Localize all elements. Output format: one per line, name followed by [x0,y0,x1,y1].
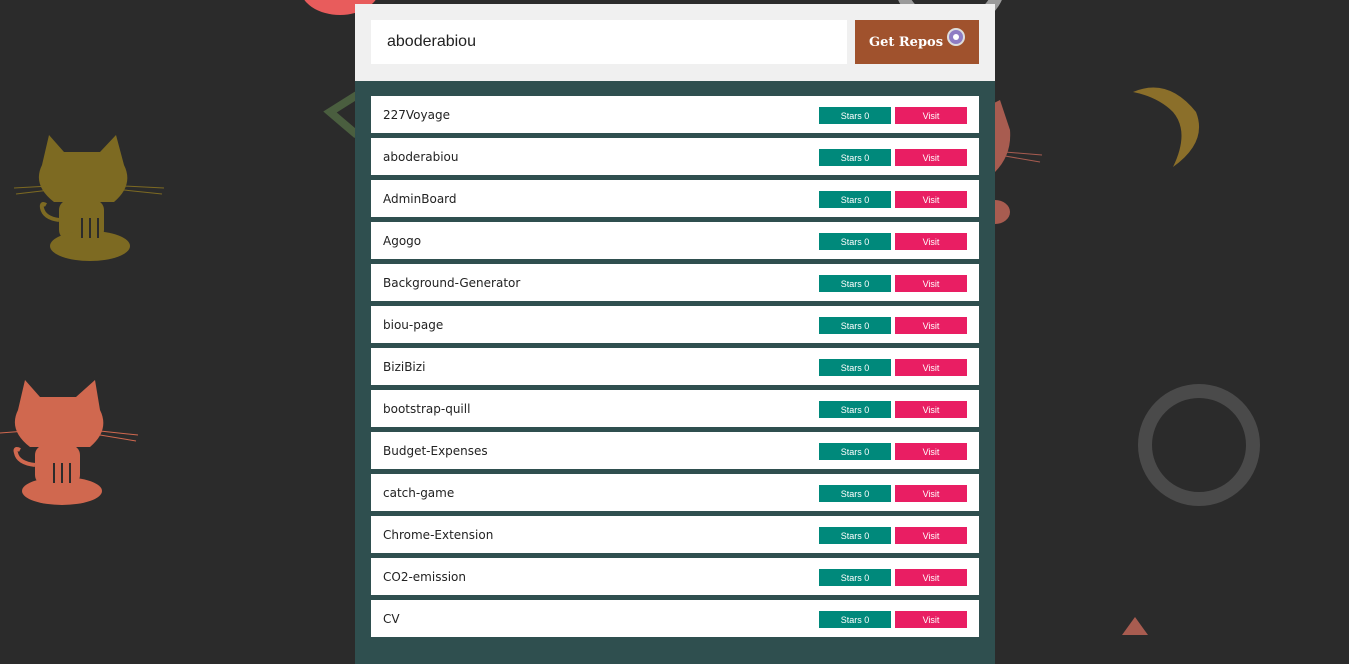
visit-button[interactable]: Visit [895,359,967,376]
repo-name: BiziBizi [383,359,426,374]
repo-row: catch-game Stars 0 Visit [371,474,979,511]
triangle-icon [1122,617,1148,635]
stars-button[interactable]: Stars 0 [819,611,891,628]
repo-name: CV [383,611,400,626]
repo-name: AdminBoard [383,191,457,206]
octocat-icon [990,100,1043,224]
repo-row: biou-page Stars 0 Visit [371,306,979,343]
stars-button[interactable]: Stars 0 [819,527,891,544]
get-repos-button[interactable]: Get Repos [855,20,979,64]
octocat-icon [0,380,139,505]
visit-button[interactable]: Visit [895,275,967,292]
repo-row: Budget-Expenses Stars 0 Visit [371,432,979,469]
stars-button[interactable]: Stars 0 [819,275,891,292]
repo-name: catch-game [383,485,455,500]
repo-row: Chrome-Extension Stars 0 Visit [371,516,979,553]
stars-button[interactable]: Stars 0 [819,149,891,166]
banana-icon [1133,87,1200,167]
visit-button[interactable]: Visit [895,149,967,166]
search-bar: Get Repos [355,4,995,81]
repo-row: BiziBizi Stars 0 Visit [371,348,979,385]
repo-row: bootstrap-quill Stars 0 Visit [371,390,979,427]
visit-button[interactable]: Visit [895,401,967,418]
visit-button[interactable]: Visit [895,569,967,586]
stars-button[interactable]: Stars 0 [819,569,891,586]
repo-name: bootstrap-quill [383,401,471,416]
visit-button[interactable]: Visit [895,443,967,460]
repo-name: 227Voyage [383,107,450,122]
repo-name: aboderabiou [383,149,459,164]
repo-row: Background-Generator Stars 0 Visit [371,264,979,301]
repo-panel: Get Repos 227VoyageStars 0Visitaboderabi… [355,4,995,664]
get-repos-label: Get Repos [868,34,944,50]
stars-button[interactable]: Stars 0 [819,317,891,334]
repo-row: CV Stars 0 Visit [371,600,979,637]
repo-name: Background-Generator [383,275,521,290]
repo-row: AdminBoard Stars 0 Visit [371,180,979,217]
visit-button[interactable]: Visit [895,611,967,628]
repo-row: Agogo Stars 0 Visit [371,222,979,259]
repo-row: CO2-emission Stars 0 Visit [371,558,979,595]
visit-button[interactable]: Visit [895,317,967,334]
stars-button[interactable]: Stars 0 [819,359,891,376]
visit-button[interactable]: Visit [895,233,967,250]
repo-name: Agogo [383,233,422,248]
github-icon [947,28,966,46]
stars-button[interactable]: Stars 0 [819,233,891,250]
repo-name: biou-page [383,317,444,332]
repo-row: aboderabiou Stars 0 Visit [371,138,979,175]
circle-icon [1138,384,1260,506]
stars-button[interactable]: Stars 0 [819,485,891,502]
repo-row: 227Voyage Stars 0 Visit [371,96,979,133]
stars-button[interactable]: Stars 0 [819,401,891,418]
stars-button[interactable]: Stars 0 [819,107,891,124]
visit-button[interactable]: Visit [895,107,967,124]
octocat-icon [14,135,165,261]
repo-name: Budget-Expenses [383,443,488,458]
repo-name: Chrome-Extension [383,527,494,542]
repo-list: 227Voyage Stars 0 Visit aboderabiou Stars 0V… [371,96,979,642]
stars-button[interactable]: Stars 0 [819,191,891,208]
visit-button[interactable]: Visit [895,485,967,502]
username-input[interactable] [371,20,847,64]
stars-button[interactable]: Stars 0 [819,443,891,460]
visit-button[interactable]: Visit [895,527,967,544]
repo-name: CO2-emission [383,569,466,584]
visit-button[interactable]: Visit [895,191,967,208]
